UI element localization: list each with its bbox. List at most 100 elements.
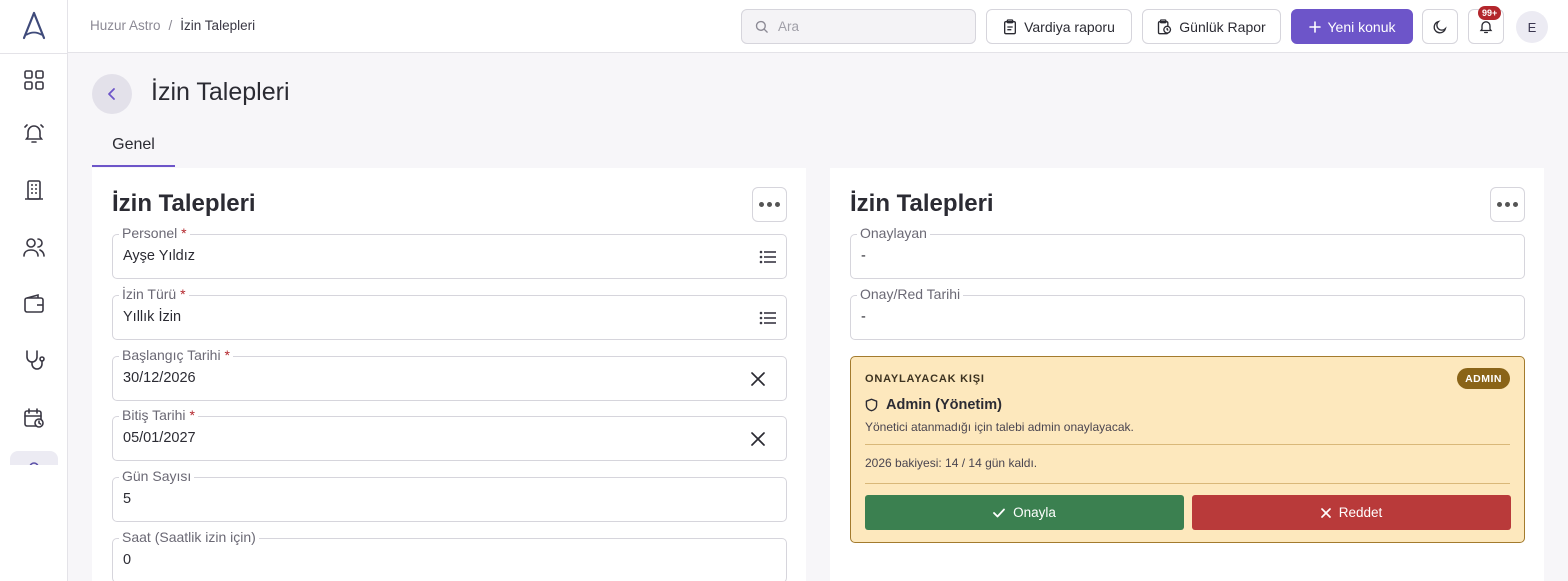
divider (865, 483, 1510, 484)
check-icon (993, 508, 1006, 517)
sidebar-divider (0, 53, 68, 54)
approve-button[interactable]: Onayla (865, 495, 1184, 530)
card-title: İzin Talepleri (850, 190, 994, 217)
back-button[interactable] (92, 74, 132, 114)
alarm-bell-icon (24, 124, 44, 143)
baslangic-tarihi-field[interactable]: Başlangıç Tarihi * 30/12/2026 (112, 347, 787, 401)
approver-heading: ONAYLAYACAK KIŞI (865, 373, 985, 385)
dot-icon (767, 202, 772, 207)
list-icon[interactable] (756, 245, 780, 269)
field-value: Yıllık İzin (123, 309, 182, 325)
approver-info-box: ONAYLAYACAK KIŞI ADMIN Admin (Yönetim) Y… (850, 356, 1525, 543)
dot-icon (1513, 202, 1518, 207)
clear-icon[interactable] (746, 367, 770, 391)
required-mark: * (180, 286, 186, 302)
field-value: 0 (123, 552, 132, 568)
approver-name-text: Admin (Yönetim) (886, 397, 1002, 413)
sidebar (0, 0, 68, 581)
users-icon (23, 238, 45, 257)
card-title: İzin Talepleri (112, 190, 256, 217)
approver-description: Yönetici atanmadığı için talebi admin on… (865, 420, 1134, 434)
breadcrumb: Huzur Astro / İzin Talepleri (90, 18, 255, 33)
nav-user-active[interactable] (10, 451, 58, 465)
field-label: Personel * (119, 225, 190, 241)
onaylayan-field[interactable]: Onaylayan - (850, 225, 1525, 279)
app-logo[interactable] (17, 9, 51, 43)
theme-toggle-button[interactable] (1422, 9, 1458, 44)
report-clock-icon (1158, 18, 1172, 34)
clear-icon[interactable] (746, 427, 770, 451)
clipboard-icon (1004, 18, 1017, 34)
nav-health[interactable] (20, 346, 48, 374)
plus-icon (1308, 20, 1321, 33)
field-value: Ayşe Yıldız (123, 248, 196, 264)
reject-label: Reddet (1338, 505, 1383, 520)
reject-button[interactable]: Reddet (1192, 495, 1511, 530)
new-guest-button[interactable]: Yeni konuk (1291, 9, 1413, 44)
logo-icon (22, 11, 46, 40)
search-input[interactable] (778, 19, 958, 34)
dot-icon (759, 202, 764, 207)
field-label: Saat (Saatlik izin için) (119, 529, 259, 545)
more-options-button[interactable] (1490, 187, 1525, 222)
wallet-icon (24, 293, 44, 313)
nav-buildings[interactable] (20, 176, 48, 204)
saat-field[interactable]: Saat (Saatlik izin için) 0 (112, 529, 787, 581)
calendar-clock-icon (24, 408, 44, 428)
daily-report-button[interactable]: Günlük Rapor (1142, 9, 1281, 44)
shift-report-button[interactable]: Vardiya raporu (986, 9, 1132, 44)
search-icon (755, 20, 768, 33)
divider (865, 444, 1510, 445)
notification-count-badge: 99+ (1478, 6, 1502, 20)
field-value: 5 (123, 491, 132, 507)
izin-turu-field[interactable]: İzin Türü * Yıllık İzin (112, 286, 787, 340)
search-box[interactable] (741, 9, 976, 44)
more-options-button[interactable] (752, 187, 787, 222)
stethoscope-icon (26, 350, 45, 370)
dot-icon (775, 202, 780, 207)
field-label: Başlangıç Tarihi * (119, 347, 233, 363)
dot-icon (1497, 202, 1502, 207)
nav-calendar[interactable] (20, 404, 48, 432)
leave-balance: 2026 bakiyesi: 14 / 14 gün kaldı. (865, 456, 1038, 470)
user-avatar[interactable]: E (1516, 11, 1548, 43)
admin-badge: ADMIN (1457, 368, 1510, 389)
field-label: İzin Türü * (119, 286, 189, 302)
breadcrumb-root[interactable]: Huzur Astro (90, 18, 161, 33)
field-label: Bitiş Tarihi * (119, 407, 198, 423)
building-icon (25, 180, 43, 200)
shift-report-label: Vardiya raporu (1024, 18, 1115, 35)
daily-report-label: Günlük Rapor (1179, 18, 1266, 35)
nav-dashboard[interactable] (20, 66, 48, 94)
field-label: Onaylayan (857, 225, 930, 241)
required-mark: * (224, 347, 230, 363)
gun-sayisi-field[interactable]: Gün Sayısı 5 (112, 468, 787, 522)
nav-wallet[interactable] (20, 290, 48, 318)
leave-request-form-card: İzin Talepleri Personel * Ayşe Yıldız İz… (92, 168, 806, 581)
breadcrumb-separator: / (168, 18, 173, 33)
nav-users[interactable] (20, 233, 48, 261)
bell-icon (1479, 21, 1493, 34)
field-label: Gün Sayısı (119, 468, 195, 484)
required-mark: * (189, 407, 195, 423)
breadcrumb-current: İzin Talepleri (180, 18, 256, 33)
required-mark: * (181, 225, 187, 241)
field-value: - (861, 309, 866, 325)
user-icon (29, 462, 39, 465)
approval-card: İzin Talepleri Onaylayan - Onay/Red Tari… (830, 168, 1544, 581)
moon-icon (1433, 19, 1447, 33)
new-guest-label: Yeni konuk (1327, 18, 1396, 35)
field-value: 05/01/2027 (123, 430, 196, 446)
close-icon (1320, 507, 1331, 518)
personel-field[interactable]: Personel * Ayşe Yıldız (112, 225, 787, 279)
approver-name: Admin (Yönetim) (865, 397, 1002, 413)
tab-genel[interactable]: Genel (92, 131, 175, 167)
onay-red-tarihi-field[interactable]: Onay/Red Tarihi - (850, 286, 1525, 340)
page-title: İzin Talepleri (151, 78, 290, 106)
nav-alerts[interactable] (20, 119, 48, 147)
bitis-tarihi-field[interactable]: Bitiş Tarihi * 05/01/2027 (112, 407, 787, 461)
shield-icon (865, 398, 878, 412)
list-icon[interactable] (756, 306, 780, 330)
field-value: 30/12/2026 (123, 370, 196, 386)
dot-icon (1505, 202, 1510, 207)
